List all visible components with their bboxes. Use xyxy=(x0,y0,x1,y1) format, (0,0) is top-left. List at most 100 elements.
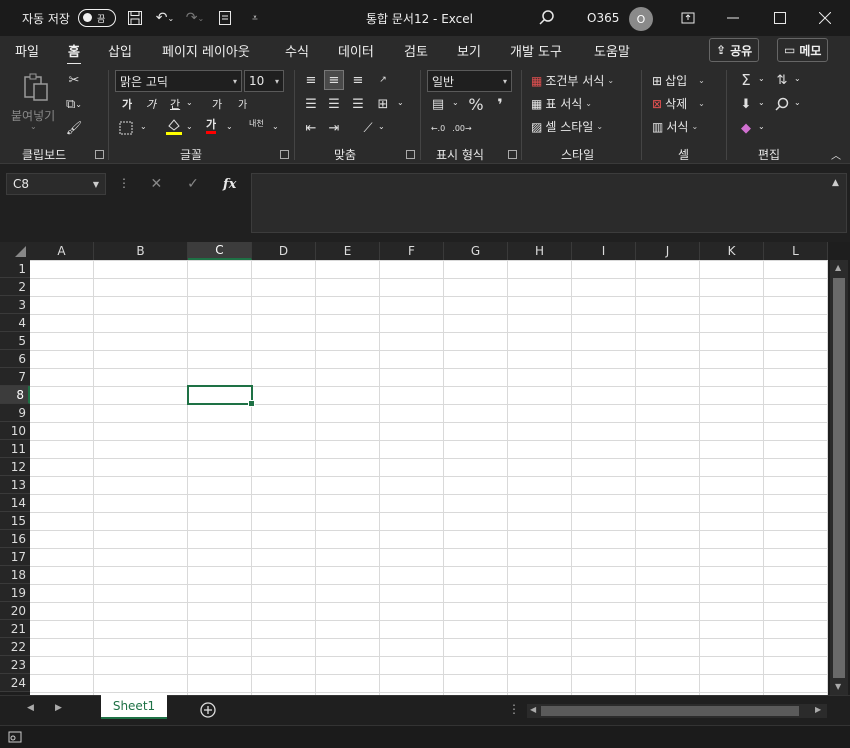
sort-filter-caret[interactable]: ⌄ xyxy=(794,74,801,83)
column-header[interactable]: C xyxy=(188,242,252,260)
border-caret[interactable]: ⌄ xyxy=(140,122,147,131)
save-icon[interactable] xyxy=(124,7,146,29)
column-header[interactable]: F xyxy=(380,242,444,260)
merge-center-icon[interactable]: ⊞ xyxy=(373,94,393,114)
font-name-select[interactable]: 맑은 고딕 ▾ xyxy=(115,70,242,92)
decrease-decimal-icon[interactable]: .00→ xyxy=(452,118,472,138)
more-sheets-icon[interactable]: ⋮ xyxy=(508,702,520,716)
close-icon[interactable] xyxy=(813,6,837,30)
expand-formula-icon[interactable]: ▲ xyxy=(832,178,839,188)
tab-formulas[interactable]: 수식 xyxy=(285,41,309,60)
row-header[interactable]: 12 xyxy=(0,458,30,476)
formula-input[interactable] xyxy=(251,173,847,233)
align-right-icon[interactable]: ☰ xyxy=(348,94,368,114)
maximize-icon[interactable] xyxy=(768,6,792,30)
merge-caret[interactable]: ⌄ xyxy=(397,98,404,107)
user-name[interactable]: O365 xyxy=(587,11,619,25)
decrease-indent-icon[interactable]: ⇤ xyxy=(301,118,321,138)
conditional-format-button[interactable]: ▦ 조건부 서식 ⌄ xyxy=(531,72,614,89)
row-header[interactable]: 5 xyxy=(0,332,30,350)
paste-icon[interactable] xyxy=(21,72,51,102)
share-button[interactable]: ⇪ 공유 xyxy=(709,38,760,62)
font-color-caret[interactable]: ⌄ xyxy=(226,122,233,131)
underline-button[interactable]: 간 xyxy=(170,96,180,112)
align-bottom-icon[interactable]: ≡ xyxy=(348,70,368,90)
row-header[interactable]: 10 xyxy=(0,422,30,440)
prev-sheet-icon[interactable]: ◀ xyxy=(27,703,34,713)
format-painter-icon[interactable]: 🖌 xyxy=(64,118,84,138)
percent-icon[interactable]: % xyxy=(466,94,486,114)
row-header[interactable]: 14 xyxy=(0,494,30,512)
row-header[interactable]: 17 xyxy=(0,548,30,566)
column-header[interactable]: E xyxy=(316,242,380,260)
clear-caret[interactable]: ⌄ xyxy=(758,122,765,131)
search-icon[interactable] xyxy=(537,8,557,28)
scroll-right-icon[interactable]: ▶ xyxy=(815,705,821,714)
underline-caret[interactable]: ⌄ xyxy=(186,98,193,107)
format-cells-button[interactable]: ▥ 서식 ⌄ xyxy=(652,118,698,135)
cut-icon[interactable]: ✂ xyxy=(64,70,84,90)
find-select-icon[interactable] xyxy=(772,94,792,114)
align-middle-icon[interactable]: ≡ xyxy=(324,70,344,90)
row-header[interactable]: 7 xyxy=(0,368,30,386)
column-header[interactable]: H xyxy=(508,242,572,260)
format-as-table-button[interactable]: ▦ 표 서식 ⌄ xyxy=(531,95,592,112)
number-launcher-icon[interactable] xyxy=(508,150,517,159)
column-header[interactable]: G xyxy=(444,242,508,260)
accounting-caret[interactable]: ⌄ xyxy=(452,98,459,107)
undo-icon[interactable]: ↶ ⌄ xyxy=(154,7,176,29)
sort-filter-icon[interactable]: ⇅ xyxy=(772,70,792,90)
column-header[interactable]: I xyxy=(572,242,636,260)
add-sheet-icon[interactable] xyxy=(200,702,216,721)
more-options-icon[interactable]: ⋮ xyxy=(118,176,130,190)
row-header[interactable]: 23 xyxy=(0,656,30,674)
text-direction-icon[interactable]: ↗ xyxy=(373,70,393,90)
horizontal-scroll-thumb[interactable] xyxy=(541,706,799,716)
minimize-icon[interactable] xyxy=(721,6,745,30)
autosave-toggle[interactable]: 끔 xyxy=(77,9,116,27)
vertical-scroll-thumb[interactable] xyxy=(833,278,845,678)
name-box[interactable]: C8 ▼ xyxy=(6,173,106,195)
tab-page-layout[interactable]: 페이지 레이아웃 xyxy=(162,41,250,60)
accounting-format-icon[interactable]: ▤ xyxy=(428,94,448,114)
row-header[interactable]: 6 xyxy=(0,350,30,368)
enter-icon[interactable]: ✓ xyxy=(175,176,212,192)
accessibility-icon[interactable] xyxy=(8,730,22,747)
scroll-up-icon[interactable]: ▲ xyxy=(835,263,841,272)
bold-button[interactable]: 가 xyxy=(122,96,132,112)
active-cell[interactable] xyxy=(187,385,255,407)
italic-button[interactable]: 가 xyxy=(146,96,156,112)
fill-caret[interactable]: ⌄ xyxy=(758,98,765,107)
vertical-scrollbar[interactable]: ▲ ▼ xyxy=(830,260,848,695)
column-header[interactable]: A xyxy=(30,242,94,260)
row-header[interactable]: 18 xyxy=(0,566,30,584)
delete-cells-button[interactable]: ⊠ 삭제 ⌄ xyxy=(652,95,705,112)
row-header[interactable]: 4 xyxy=(0,314,30,332)
row-header[interactable]: 22 xyxy=(0,638,30,656)
tab-data[interactable]: 데이터 xyxy=(338,41,374,60)
scroll-down-icon[interactable]: ▼ xyxy=(835,682,841,691)
insert-cells-button[interactable]: ⊞ 삽입 ⌄ xyxy=(652,72,705,89)
autosum-caret[interactable]: ⌄ xyxy=(758,74,765,83)
decrease-font-button[interactable]: 가 xyxy=(238,96,247,111)
comma-style-icon[interactable]: ❜ xyxy=(490,94,510,114)
alignment-launcher-icon[interactable] xyxy=(406,150,415,159)
sheet-tab[interactable]: Sheet1 xyxy=(101,695,167,719)
align-top-icon[interactable]: ≡ xyxy=(301,70,321,90)
collapse-ribbon-icon[interactable]: ︿ xyxy=(826,144,846,164)
cell-area[interactable] xyxy=(30,260,828,695)
orientation-icon[interactable]: ⟋ xyxy=(358,118,378,138)
row-header[interactable]: 11 xyxy=(0,440,30,458)
increase-decimal-icon[interactable]: ←.0 xyxy=(428,118,448,138)
cancel-icon[interactable]: ✕ xyxy=(138,176,175,192)
phonetic-button[interactable]: 내천 xyxy=(249,119,265,128)
customize-toolbar-icon[interactable]: ⩡ xyxy=(244,7,266,29)
orientation-caret[interactable]: ⌄ xyxy=(378,122,385,131)
fill-color-caret[interactable]: ⌄ xyxy=(186,122,193,131)
row-header[interactable]: 15 xyxy=(0,512,30,530)
phonetic-caret[interactable]: ⌄ xyxy=(272,122,279,131)
paste-caret[interactable]: ⌄ xyxy=(30,122,37,131)
row-header[interactable]: 1 xyxy=(0,260,30,278)
column-header[interactable]: J xyxy=(636,242,700,260)
align-center-icon[interactable]: ☰ xyxy=(324,94,344,114)
